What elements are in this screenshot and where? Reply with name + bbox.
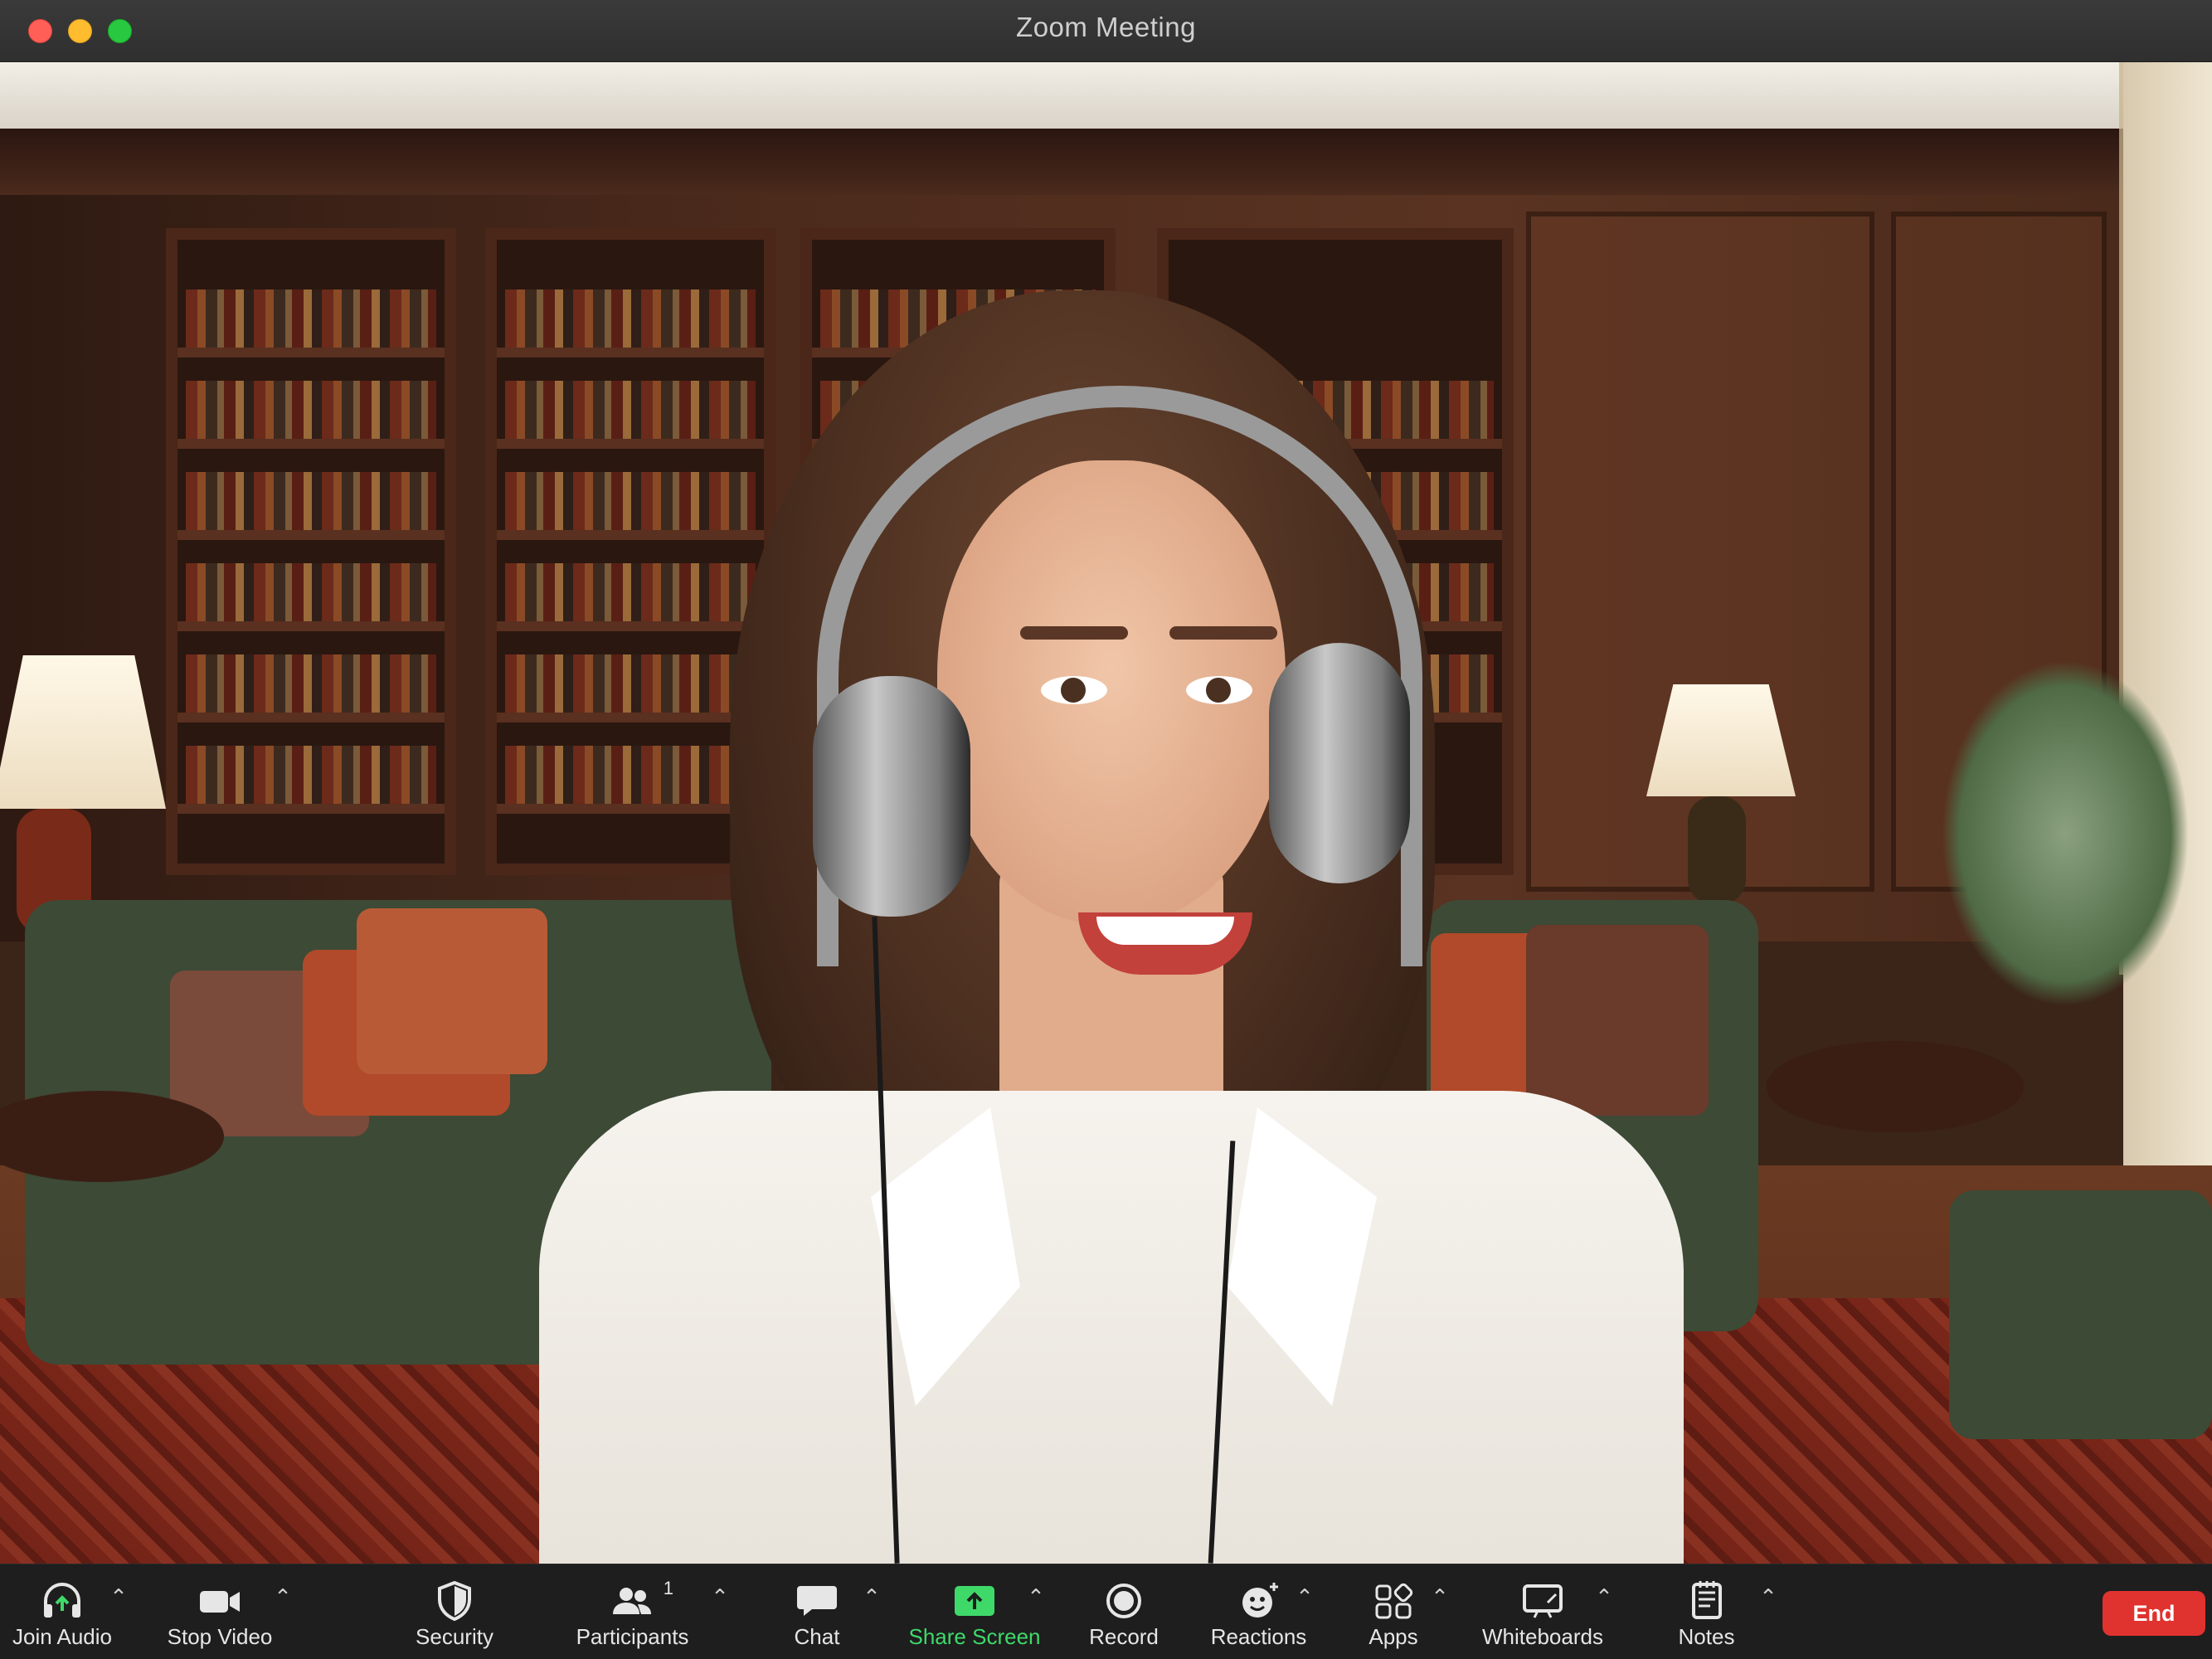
bookcase <box>166 228 456 875</box>
reactions-label: Reactions <box>1210 1624 1307 1649</box>
record-icon <box>1106 1584 1141 1618</box>
stop-video-button[interactable]: Stop Video <box>158 1564 282 1659</box>
apps-options-caret[interactable]: ⌃ <box>1426 1583 1454 1611</box>
chat-options-caret[interactable]: ⌃ <box>858 1583 886 1611</box>
people-icon <box>612 1588 651 1614</box>
headphones-right-earcup <box>1269 643 1410 883</box>
ceiling-molding <box>0 129 2123 195</box>
participants-options-caret[interactable]: ⌃ <box>706 1583 734 1611</box>
join-audio-options-caret[interactable]: ⌃ <box>105 1583 133 1611</box>
reactions-options-caret[interactable]: ⌃ <box>1291 1583 1319 1611</box>
share-options-caret[interactable]: ⌃ <box>1022 1583 1050 1611</box>
pillow <box>1526 925 1709 1116</box>
video-options-caret[interactable]: ⌃ <box>269 1583 297 1611</box>
apps-button[interactable]: Apps <box>1344 1564 1443 1659</box>
table-lamp-base <box>1688 796 1746 904</box>
notes-button[interactable]: Notes <box>1655 1564 1758 1659</box>
shield-icon <box>438 1580 471 1622</box>
ceiling <box>0 62 2123 129</box>
security-button[interactable]: Security <box>396 1564 513 1659</box>
headphones-left-earcup <box>813 676 970 917</box>
reactions-button[interactable]: Reactions <box>1203 1564 1315 1659</box>
participant-video-feed <box>0 62 2212 1564</box>
share-screen-label: Share Screen <box>908 1624 1041 1649</box>
apps-icon <box>1375 1583 1413 1619</box>
whiteboards-button[interactable]: Whiteboards <box>1472 1564 1613 1659</box>
notes-options-caret[interactable]: ⌃ <box>1754 1583 1782 1611</box>
record-label: Record <box>1089 1624 1159 1649</box>
whiteboard-icon <box>1523 1584 1563 1618</box>
whiteboards-label: Whiteboards <box>1482 1624 1603 1649</box>
armchair <box>1949 1190 2212 1439</box>
stop-video-label: Stop Video <box>167 1624 273 1649</box>
notes-icon <box>1691 1581 1722 1619</box>
notes-label: Notes <box>1678 1624 1735 1649</box>
share-screen-button[interactable]: Share Screen <box>908 1564 1041 1659</box>
video-camera-icon <box>200 1591 240 1613</box>
participants-label: Participants <box>576 1624 689 1649</box>
security-label: Security <box>416 1624 493 1649</box>
apps-label: Apps <box>1369 1624 1418 1649</box>
whiteboards-options-caret[interactable]: ⌃ <box>1590 1583 1618 1611</box>
chat-button[interactable]: Chat <box>763 1564 871 1659</box>
record-button[interactable]: Record <box>1074 1564 1174 1659</box>
share-screen-icon <box>955 1586 994 1616</box>
smiley-plus-icon <box>1242 1583 1278 1618</box>
plant-arrangement <box>1941 659 2190 1008</box>
participant-count: 1 <box>663 1578 673 1598</box>
headphone-join-icon <box>44 1583 80 1618</box>
join-audio-label: Join Audio <box>12 1624 112 1649</box>
window-title: Zoom Meeting <box>1016 12 1196 42</box>
participants-button[interactable]: 1 Participants <box>568 1564 697 1659</box>
person-shirt <box>539 1091 1684 1564</box>
pillow <box>357 908 547 1074</box>
join-audio-button[interactable]: Join Audio <box>0 1564 124 1659</box>
chat-label: Chat <box>794 1624 840 1649</box>
end-meeting-button[interactable]: End <box>2103 1591 2205 1636</box>
chat-bubble-icon <box>797 1586 837 1616</box>
title-bar: Zoom Meeting <box>0 0 2212 62</box>
side-table <box>1767 1041 2024 1132</box>
meeting-toolbar: Join Audio ⌃ Stop Video ⌃ Security 1 Par… <box>0 1564 2212 1659</box>
